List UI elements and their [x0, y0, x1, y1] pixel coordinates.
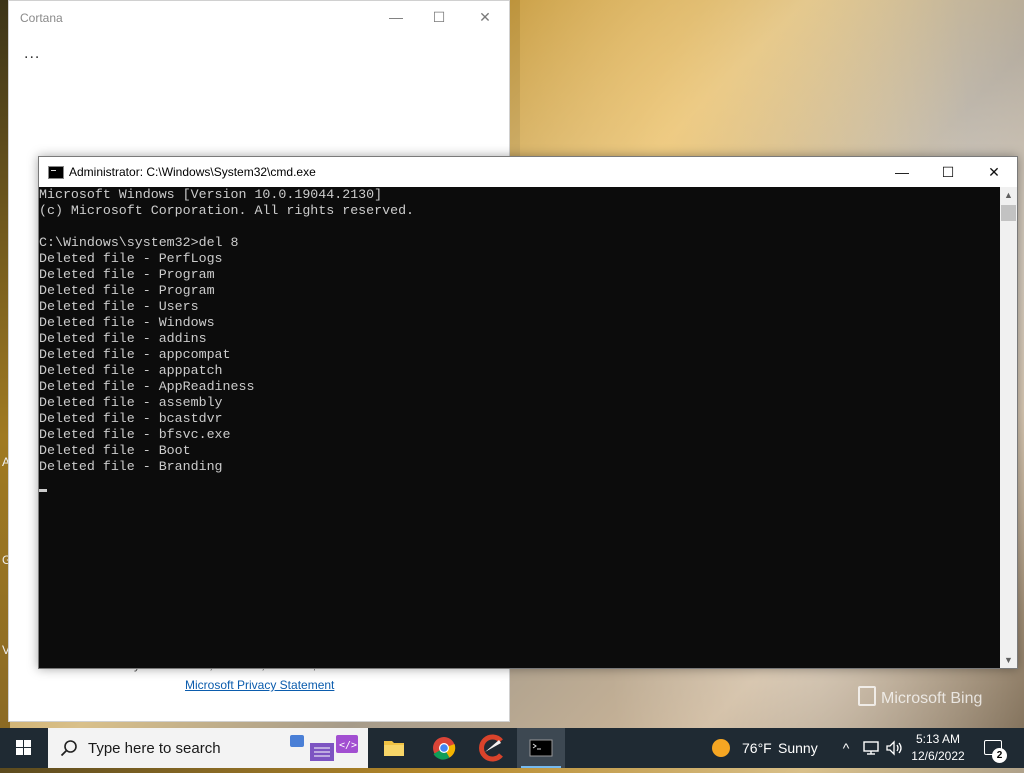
- folder-icon: [384, 741, 404, 756]
- cortana-minimize-button[interactable]: —: [386, 7, 406, 27]
- clock-date: 12/6/2022: [911, 749, 965, 763]
- cortana-maximize-button[interactable]: ☐: [429, 7, 449, 27]
- notification-count-badge: 2: [992, 748, 1007, 763]
- taskbar-ccleaner[interactable]: [468, 728, 516, 768]
- scroll-up-arrow-icon[interactable]: ▲: [1000, 187, 1017, 203]
- ccleaner-icon: [479, 734, 503, 762]
- clock-time: 5:13 AM: [915, 732, 961, 746]
- bing-watermark-text: Microsoft Bing: [881, 690, 983, 707]
- cmd-console-output[interactable]: Microsoft Windows [Version 10.0.19044.21…: [39, 187, 1000, 668]
- cortana-close-button[interactable]: ✕: [475, 7, 495, 27]
- taskbar-file-explorer[interactable]: [370, 728, 418, 768]
- cortana-more-button[interactable]: ...: [24, 45, 40, 63]
- text-cursor: [39, 489, 47, 492]
- console-prompt-line[interactable]: [39, 475, 1000, 492]
- cmd-scrollbar[interactable]: ▲ ▼: [1000, 187, 1017, 668]
- console-line: (c) Microsoft Corporation. All rights re…: [39, 203, 415, 218]
- cmd-title: Administrator: C:\Windows\System32\cmd.e…: [69, 165, 316, 179]
- console-line: Deleted file - Windows: [39, 315, 215, 330]
- weather-temperature: 76°F: [742, 740, 772, 756]
- taskbar-clock[interactable]: 5:13 AM 12/6/2022: [905, 731, 971, 765]
- taskbar: Type here to search </> 76°F Sunny ^ 5:1…: [0, 728, 1024, 768]
- action-center-button[interactable]: 2: [978, 728, 1018, 768]
- command-prompt-icon: [529, 739, 553, 757]
- search-icon: [60, 740, 77, 757]
- cmd-app-icon[interactable]: [48, 166, 64, 179]
- cmd-close-button[interactable]: ✕: [971, 157, 1017, 187]
- network-icon[interactable]: [861, 738, 881, 758]
- console-line: Deleted file - addins: [39, 331, 207, 346]
- bing-logo-icon: [858, 686, 876, 706]
- console-line: Deleted file - assembly: [39, 395, 223, 410]
- console-line: Deleted file - apppatch: [39, 363, 223, 378]
- scrollbar-thumb[interactable]: [1001, 205, 1016, 221]
- console-line: Deleted file - Boot: [39, 443, 191, 458]
- cmd-maximize-button[interactable]: ☐: [925, 157, 971, 187]
- cmd-titlebar[interactable]: Administrator: C:\Windows\System32\cmd.e…: [39, 157, 1017, 187]
- console-line: Deleted file - PerfLogs: [39, 251, 223, 266]
- cmd-minimize-button[interactable]: —: [879, 157, 925, 187]
- cmd-window[interactable]: Administrator: C:\Windows\System32\cmd.e…: [38, 156, 1018, 669]
- chrome-icon: [433, 737, 456, 760]
- search-placeholder: Type here to search: [88, 740, 221, 757]
- volume-icon[interactable]: [884, 738, 904, 758]
- console-line: Deleted file - Program: [39, 283, 215, 298]
- weather-condition: Sunny: [778, 740, 818, 756]
- cortana-title: Cortana: [20, 11, 63, 25]
- console-line: Deleted file - AppReadiness: [39, 379, 255, 394]
- show-hidden-icons-chevron-icon[interactable]: ^: [836, 738, 856, 758]
- bing-watermark: Microsoft Bing: [858, 686, 982, 708]
- console-line: Deleted file - Branding: [39, 459, 223, 474]
- search-highlight-icon[interactable]: </>: [286, 733, 364, 763]
- taskbar-search-box[interactable]: Type here to search </>: [48, 728, 368, 768]
- windows-logo-icon: [16, 740, 32, 756]
- taskbar-command-prompt[interactable]: [517, 728, 565, 768]
- svg-text:</>: </>: [339, 740, 357, 751]
- start-button[interactable]: [0, 728, 48, 768]
- privacy-statement-link[interactable]: Microsoft Privacy Statement: [185, 678, 334, 692]
- console-line: C:\Windows\system32>del 8: [39, 235, 239, 250]
- sun-icon: [712, 739, 730, 757]
- scroll-down-arrow-icon[interactable]: ▼: [1000, 652, 1017, 668]
- taskbar-chrome[interactable]: [420, 728, 468, 768]
- console-line: Deleted file - Users: [39, 299, 199, 314]
- console-line: Deleted file - bfsvc.exe: [39, 427, 231, 442]
- console-line: Microsoft Windows [Version 10.0.19044.21…: [39, 187, 383, 202]
- console-line: Deleted file - bcastdvr: [39, 411, 223, 426]
- console-line: Deleted file - Program: [39, 267, 215, 282]
- console-line: Deleted file - appcompat: [39, 347, 231, 362]
